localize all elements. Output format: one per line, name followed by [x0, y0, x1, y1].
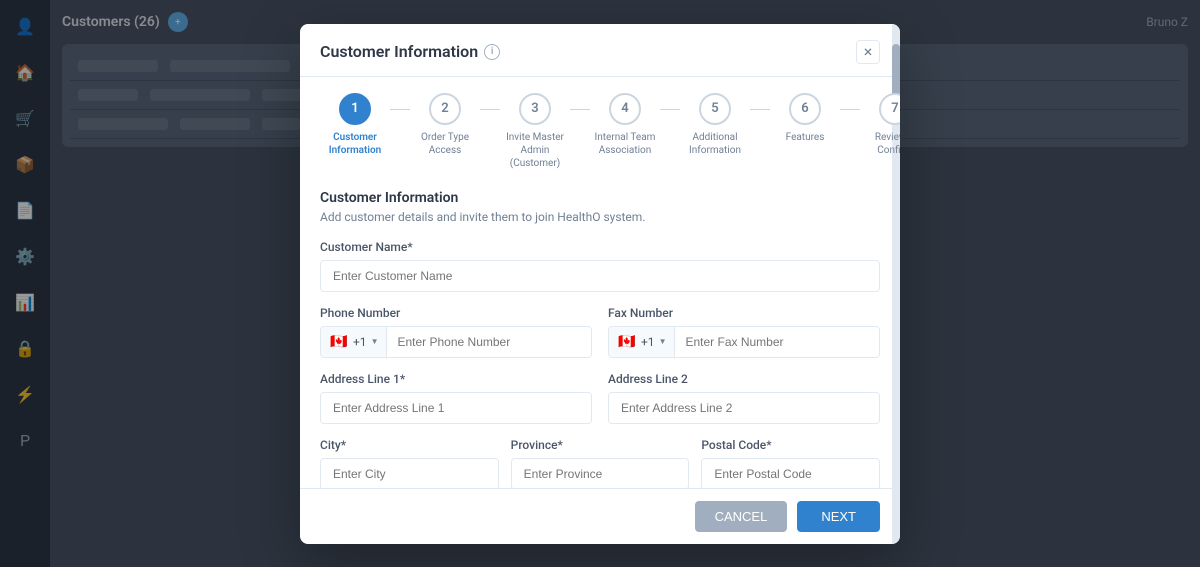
- step-3[interactable]: 3 Invite MasterAdmin (Customer): [500, 93, 570, 170]
- address1-group: Address Line 1*: [320, 372, 592, 424]
- step-4[interactable]: 4 Internal TeamAssociation: [590, 93, 660, 157]
- step-circle-5: 5: [699, 93, 731, 125]
- city-label: City*: [320, 438, 499, 452]
- next-button[interactable]: NEXT: [797, 501, 880, 532]
- section-title: Customer Information: [320, 190, 880, 206]
- phone-label: Phone Number: [320, 306, 592, 320]
- step-connector-3: [570, 109, 590, 110]
- step-connector-1: [390, 109, 410, 110]
- address2-input[interactable]: [608, 392, 880, 424]
- customer-name-label: Customer Name*: [320, 240, 880, 254]
- address-row: Address Line 1* Address Line 2: [320, 372, 880, 438]
- step-label-5: AdditionalInformation: [689, 131, 741, 157]
- close-button[interactable]: ×: [856, 40, 880, 64]
- fax-input[interactable]: [675, 327, 879, 357]
- province-label: Province*: [511, 438, 690, 452]
- phone-chevron-icon: ▼: [371, 337, 379, 346]
- step-5[interactable]: 5 AdditionalInformation: [680, 93, 750, 157]
- phone-input-group: 🇨🇦 +1 ▼: [320, 326, 592, 358]
- step-circle-2: 2: [429, 93, 461, 125]
- modal-footer: CANCEL NEXT: [300, 488, 900, 544]
- city-province-postal-row: City* Province* Postal Code*: [320, 438, 880, 488]
- cancel-button[interactable]: CANCEL: [695, 501, 788, 532]
- phone-input[interactable]: [387, 327, 591, 357]
- modal-overlay: Customer Information i × 1 CustomerInfor…: [0, 0, 1200, 567]
- step-label-7: Review & Confirm: [860, 131, 900, 157]
- fax-group: Fax Number 🇨🇦 +1 ▼: [608, 306, 880, 358]
- address2-group: Address Line 2: [608, 372, 880, 424]
- step-1[interactable]: 1 CustomerInformation: [320, 93, 390, 157]
- city-group: City*: [320, 438, 499, 488]
- step-circle-7: 7: [879, 93, 900, 125]
- modal-header: Customer Information i ×: [300, 24, 900, 77]
- step-label-1: CustomerInformation: [329, 131, 382, 157]
- customer-info-modal: Customer Information i × 1 CustomerInfor…: [300, 24, 900, 544]
- step-circle-3: 3: [519, 93, 551, 125]
- postal-label: Postal Code*: [701, 438, 880, 452]
- phone-flag-select[interactable]: 🇨🇦 +1 ▼: [321, 327, 387, 357]
- step-circle-6: 6: [789, 93, 821, 125]
- step-label-4: Internal TeamAssociation: [595, 131, 656, 157]
- city-input[interactable]: [320, 458, 499, 488]
- address1-label: Address Line 1*: [320, 372, 592, 386]
- step-label-3: Invite MasterAdmin (Customer): [500, 131, 570, 170]
- step-6[interactable]: 6 Features: [770, 93, 840, 144]
- phone-flag-icon: 🇨🇦: [329, 335, 349, 349]
- address1-input[interactable]: [320, 392, 592, 424]
- modal-title: Customer Information i: [320, 42, 500, 61]
- customer-name-input[interactable]: [320, 260, 880, 292]
- modal-body: Customer Information Add customer detail…: [300, 174, 900, 488]
- stepper: 1 CustomerInformation 2 Order Type Acces…: [300, 77, 900, 174]
- fax-flag-icon: 🇨🇦: [617, 335, 637, 349]
- province-group: Province*: [511, 438, 690, 488]
- step-connector-2: [480, 109, 500, 110]
- step-7[interactable]: 7 Review & Confirm: [860, 93, 900, 157]
- fax-code: +1: [641, 335, 655, 349]
- step-label-2: Order Type Access: [410, 131, 480, 157]
- section-desc: Add customer details and invite them to …: [320, 210, 880, 224]
- step-circle-1: 1: [339, 93, 371, 125]
- phone-group: Phone Number 🇨🇦 +1 ▼: [320, 306, 592, 358]
- postal-input[interactable]: [701, 458, 880, 488]
- phone-fax-row: Phone Number 🇨🇦 +1 ▼ Fax Number: [320, 306, 880, 372]
- section-header: Customer Information Add customer detail…: [320, 190, 880, 224]
- province-input[interactable]: [511, 458, 690, 488]
- step-connector-5: [750, 109, 770, 110]
- step-circle-4: 4: [609, 93, 641, 125]
- postal-group: Postal Code*: [701, 438, 880, 488]
- modal-title-text: Customer Information: [320, 42, 478, 61]
- fax-flag-select[interactable]: 🇨🇦 +1 ▼: [609, 327, 675, 357]
- phone-code: +1: [353, 335, 367, 349]
- fax-chevron-icon: ▼: [659, 337, 667, 346]
- step-connector-4: [660, 109, 680, 110]
- fax-input-group: 🇨🇦 +1 ▼: [608, 326, 880, 358]
- customer-name-group: Customer Name*: [320, 240, 880, 292]
- fax-label: Fax Number: [608, 306, 880, 320]
- step-2[interactable]: 2 Order Type Access: [410, 93, 480, 157]
- info-icon[interactable]: i: [484, 44, 500, 60]
- step-label-6: Features: [786, 131, 825, 144]
- step-connector-6: [840, 109, 860, 110]
- address2-label: Address Line 2: [608, 372, 880, 386]
